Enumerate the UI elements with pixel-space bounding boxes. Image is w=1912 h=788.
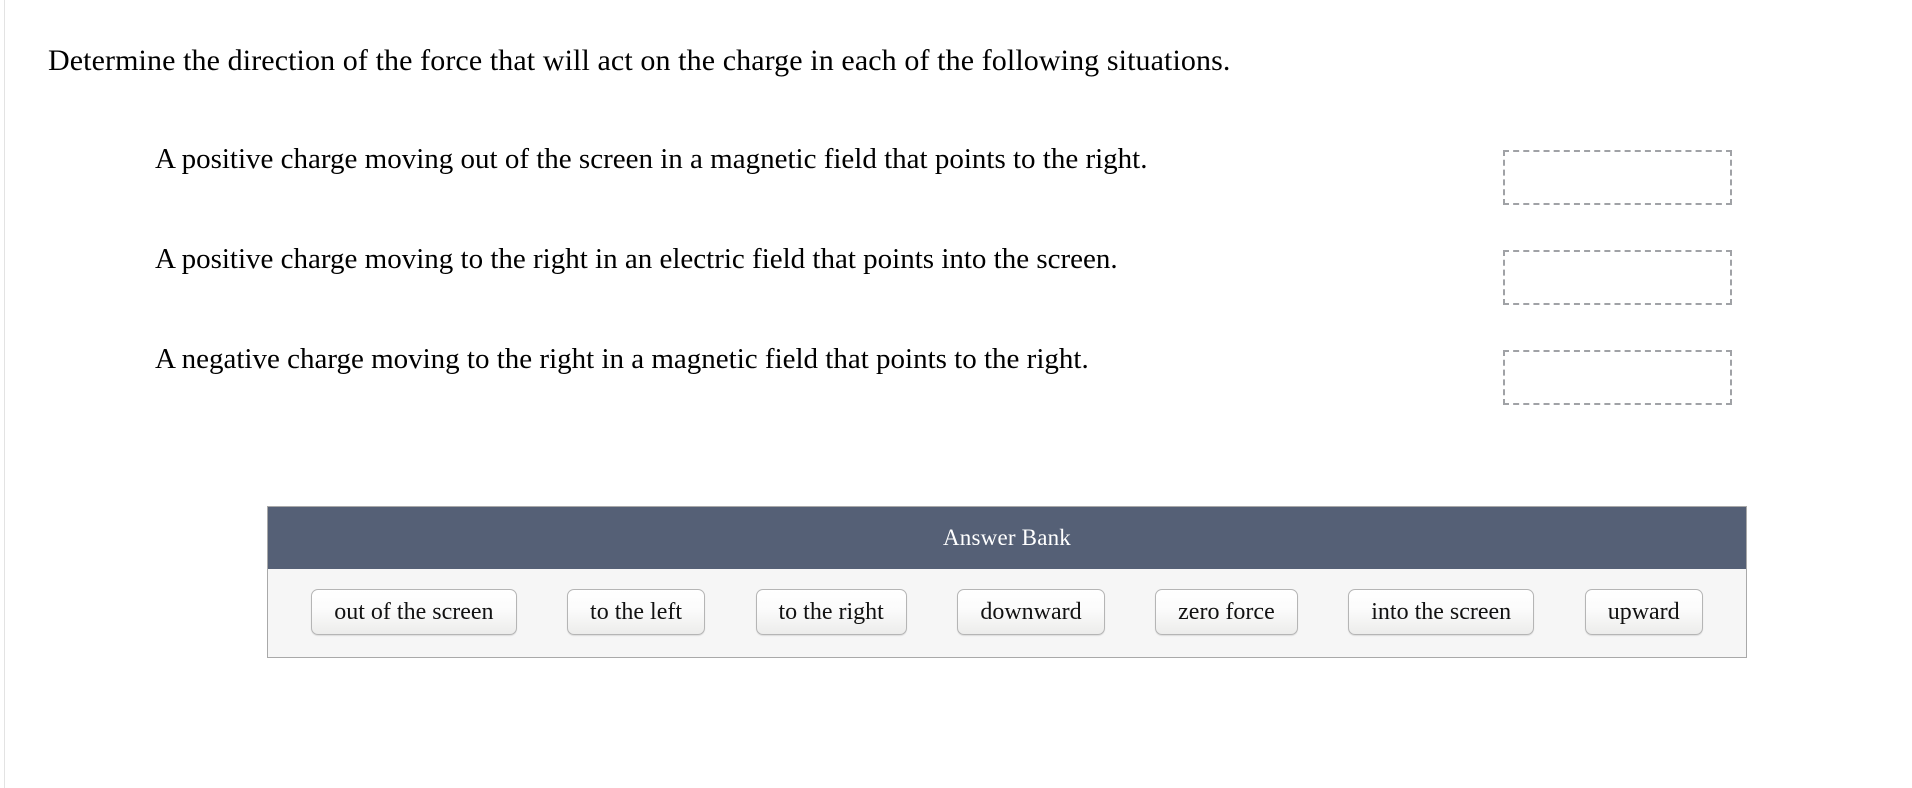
question-container: Determine the direction of the force tha… <box>0 0 1912 788</box>
question-row: A positive charge moving out of the scre… <box>0 128 1912 228</box>
question-row-text: A positive charge moving to the right in… <box>155 243 1118 275</box>
question-prompt: Determine the direction of the force tha… <box>48 44 1231 77</box>
question-row-text: A positive charge moving out of the scre… <box>155 143 1148 175</box>
answer-dropzone-2[interactable] <box>1503 250 1732 305</box>
question-row-text: A negative charge moving to the right in… <box>155 343 1089 375</box>
answer-chip-downward[interactable]: downward <box>957 589 1105 635</box>
answer-chip-into-the-screen[interactable]: into the screen <box>1348 589 1535 635</box>
answer-dropzone-3[interactable] <box>1503 350 1732 405</box>
answer-chip-out-of-the-screen[interactable]: out of the screen <box>311 589 517 635</box>
answer-chip-upward[interactable]: upward <box>1584 589 1703 635</box>
answer-chip-zero-force[interactable]: zero force <box>1155 589 1298 635</box>
answer-bank-title: Answer Bank <box>268 507 1746 569</box>
question-row: A positive charge moving to the right in… <box>0 228 1912 328</box>
answer-bank-panel: Answer Bank out of the screen to the lef… <box>267 506 1747 658</box>
answer-chip-to-the-right[interactable]: to the right <box>755 589 907 635</box>
question-rows: A positive charge moving out of the scre… <box>0 128 1912 428</box>
question-row: A negative charge moving to the right in… <box>0 328 1912 428</box>
answer-bank-options: out of the screen to the left to the rig… <box>268 569 1746 657</box>
answer-dropzone-1[interactable] <box>1503 150 1732 205</box>
answer-chip-to-the-left[interactable]: to the left <box>567 589 705 635</box>
